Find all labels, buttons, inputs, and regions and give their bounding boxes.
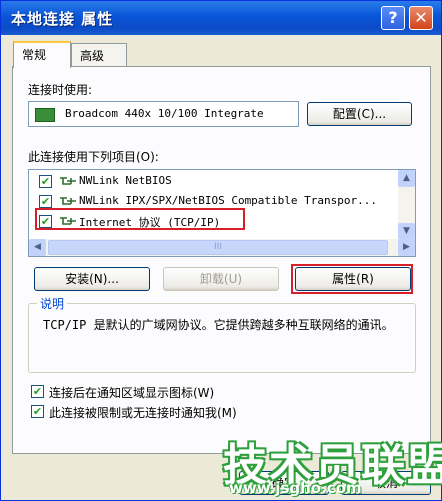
tab-general[interactable]: 常规 [13,41,71,68]
description-text: TCP/IP 是默认的广域网协议。它提供跨越多种互联网络的通讯。 [43,318,394,332]
close-button[interactable]: ✕ [409,6,433,30]
highlight-tcpip [35,208,245,230]
network-card-icon [35,108,55,122]
horizontal-scrollbar[interactable]: ◀ III ▶ [29,239,415,256]
item-label: NWLink IPX/SPX/NetBIOS Compatible Transp… [79,194,378,207]
properties-dialog: 本地连接 属性 ? ✕ 常规 高级 连接时使用: Broadcom 440x 1… [0,0,442,501]
item-checkbox[interactable]: ✔ [39,175,52,188]
watermark-url: www.jsgho.com [229,479,362,497]
vertical-scrollbar[interactable]: ▲ ▼ [398,170,415,240]
option-checkbox[interactable]: ✔ [31,385,44,398]
window-title: 本地连接 属性 [11,10,114,28]
item-label: NWLink NetBIOS [79,174,172,187]
item-checkbox[interactable]: ✔ [39,195,52,208]
scroll-thumb[interactable]: III [48,240,388,255]
tab-advanced[interactable]: 高级 [71,43,127,67]
device-name: Broadcom 440x 10/100 Integrate [65,107,264,120]
description-group [28,303,416,373]
network-protocol-icon [60,197,76,205]
notify-option[interactable]: ✔ 此连接被限制或无连接时通知我(M) [31,403,411,421]
help-button[interactable]: ? [381,6,405,30]
device-field: Broadcom 440x 10/100 Integrate [28,101,299,127]
option-checkbox[interactable]: ✔ [31,405,44,418]
scroll-up-icon[interactable]: ▲ [398,170,415,187]
scroll-left-icon[interactable]: ◀ [29,239,46,256]
description-title: 说明 [37,295,68,312]
connect-using-label: 连接时使用: [28,83,93,97]
list-item[interactable]: ✔ NWLink NetBIOS [31,171,391,191]
option-label: 此连接被限制或无连接时通知我(M) [49,406,237,420]
highlight-properties [291,264,413,294]
title-bar[interactable]: 本地连接 属性 ? ✕ [1,1,441,35]
show-icon-option[interactable]: ✔ 连接后在通知区域显示图标(W) [31,383,411,401]
install-button[interactable]: 安装(N)... [34,267,150,291]
scroll-right-icon[interactable]: ▶ [398,239,415,256]
uninstall-button[interactable]: 卸载(U) [163,267,279,291]
network-protocol-icon [60,177,76,185]
option-label: 连接后在通知区域显示图标(W) [49,386,215,400]
items-label: 此连接使用下列项目(O): [28,150,159,164]
scroll-down-icon[interactable]: ▼ [398,223,415,240]
configure-button[interactable]: 配置(C)... [307,102,412,126]
